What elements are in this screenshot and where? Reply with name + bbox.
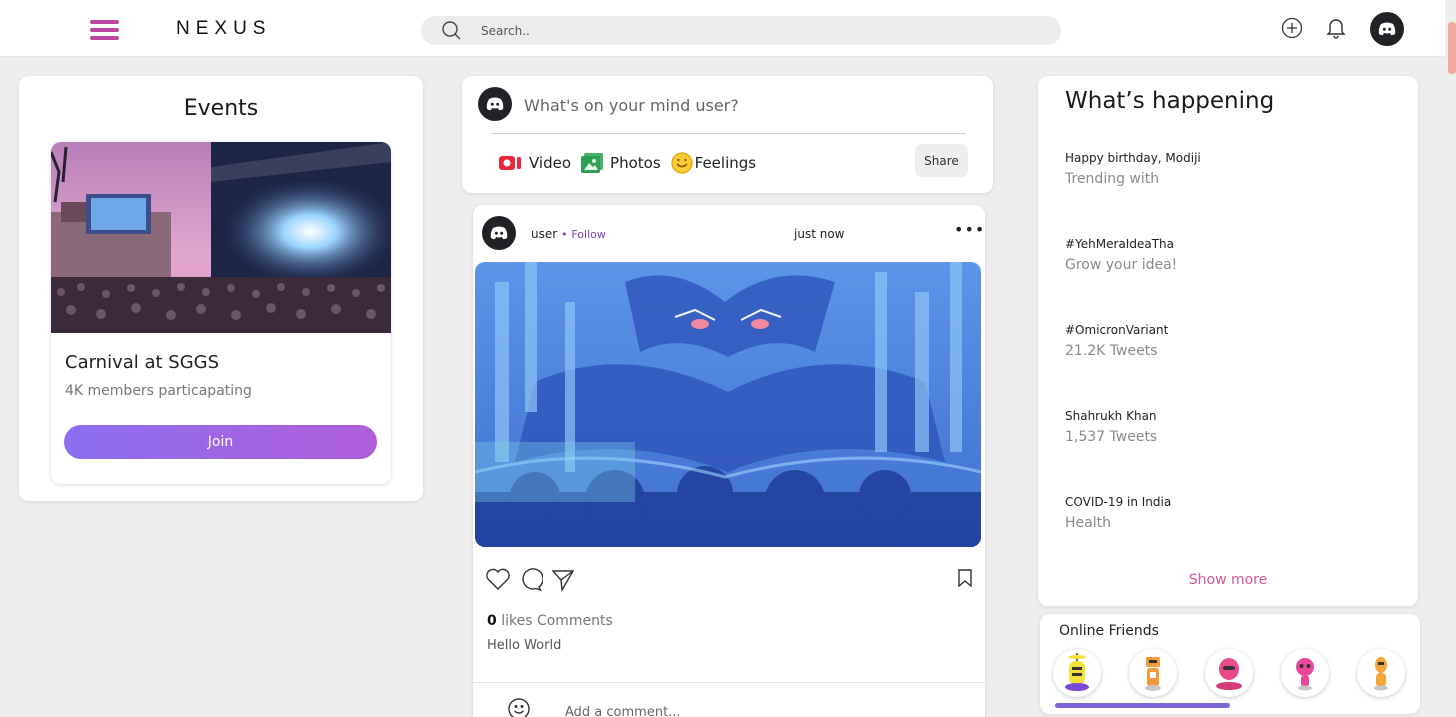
composer-avatar <box>478 87 512 121</box>
trend-item[interactable]: Happy birthday, Modiji Trending with <box>1065 151 1201 237</box>
events-panel: Events Carnival at SGGS 4K members parti… <box>19 76 423 501</box>
post-divider <box>473 682 985 683</box>
friend-avatar[interactable] <box>1357 649 1405 697</box>
trend-subtitle: Health <box>1065 515 1111 531</box>
composer-divider <box>491 133 966 134</box>
trends-panel: What’s happening Happy birthday, Modiji T… <box>1038 76 1418 606</box>
robot-avatar-icon <box>1145 657 1161 691</box>
photos-action[interactable]: Photos <box>581 153 661 173</box>
events-title: Events <box>183 96 259 121</box>
friend-avatar[interactable] <box>1053 649 1101 697</box>
follow-link[interactable]: Follow <box>571 228 606 241</box>
page-scrollbar[interactable] <box>1448 22 1456 74</box>
friends-scrollbar[interactable] <box>1055 703 1230 708</box>
trend-item[interactable]: Shahrukh Khan 1,537 Tweets <box>1065 409 1201 495</box>
add-circle-icon[interactable] <box>1281 17 1303 43</box>
post-user-name: user <box>531 227 558 241</box>
trends-title: What’s happening <box>1065 88 1275 114</box>
brand-logo[interactable]: NEXUS <box>176 18 271 40</box>
online-friends-panel: Online Friends <box>1040 614 1420 714</box>
photos-label: Photos <box>610 154 661 172</box>
composer-input[interactable] <box>524 93 964 117</box>
post-separator: • <box>561 228 568 241</box>
online-friends-title: Online Friends <box>1059 623 1159 639</box>
post-timestamp: just now <box>794 227 845 241</box>
robot-avatar-icon <box>1065 653 1089 691</box>
event-members: 4K members particapating <box>65 383 252 399</box>
friend-row <box>1053 649 1405 697</box>
event-name: Carnival at SGGS <box>65 352 220 373</box>
comment-icon[interactable] <box>519 568 543 592</box>
composer-actions: Video Photos Feelings <box>498 152 766 174</box>
post-image <box>475 262 981 547</box>
robot-avatar-icon <box>1374 657 1388 691</box>
more-options-icon[interactable]: ••• <box>954 220 985 239</box>
trend-subtitle: Trending with <box>1065 171 1160 187</box>
trend-subtitle: 1,537 Tweets <box>1065 429 1158 445</box>
post-avatar[interactable] <box>482 216 516 250</box>
friend-avatar[interactable] <box>1129 649 1177 697</box>
trend-name: #OmicronVariant <box>1065 323 1169 337</box>
trend-item[interactable]: #YehMeraIdeaTha Grow your idea! <box>1065 237 1201 323</box>
smiley-icon <box>671 152 693 174</box>
photos-icon <box>581 153 604 173</box>
send-icon[interactable] <box>551 568 575 592</box>
share-button[interactable]: Share <box>915 144 968 177</box>
feelings-action[interactable]: Feelings <box>671 152 756 174</box>
video-action[interactable]: Video <box>498 154 571 172</box>
robot-avatar-icon <box>1216 658 1242 690</box>
post-actions <box>485 568 575 592</box>
post-likes[interactable]: 0 likes Comments <box>487 613 613 629</box>
trend-name: Shahrukh Khan <box>1065 409 1157 423</box>
search-icon <box>442 21 461 40</box>
show-more-link[interactable]: Show more <box>1038 572 1418 588</box>
trend-list: Happy birthday, Modiji Trending with #Yeh… <box>1065 151 1201 581</box>
search-input[interactable] <box>481 21 1041 41</box>
discord-avatar-icon <box>490 226 508 240</box>
post-username[interactable]: user • Follow <box>531 227 606 241</box>
search-bar[interactable] <box>421 16 1061 45</box>
friend-avatar[interactable] <box>1281 649 1329 697</box>
comment-input[interactable] <box>565 705 945 717</box>
video-label: Video <box>529 154 572 172</box>
likes-count: 0 <box>487 613 497 629</box>
heart-icon[interactable] <box>485 568 511 592</box>
top-bar: NEXUS <box>0 0 1445 57</box>
join-button[interactable]: Join <box>64 425 377 459</box>
discord-avatar-icon <box>486 97 504 111</box>
post-caption: Hello World <box>487 638 562 653</box>
post-card: user • Follow just now ••• 0 likes Comme… <box>473 205 985 717</box>
bell-icon[interactable] <box>1326 17 1346 43</box>
likes-label: likes Comments <box>496 613 613 629</box>
discord-avatar-icon <box>1378 22 1396 36</box>
trend-item[interactable]: #OmicronVariant 21.2K Tweets <box>1065 323 1201 409</box>
trend-subtitle: Grow your idea! <box>1065 257 1178 273</box>
trend-subtitle: 21.2K Tweets <box>1065 343 1158 359</box>
menu-icon[interactable] <box>90 20 119 40</box>
post-composer: Video Photos Feelings Share <box>462 76 993 193</box>
event-photo <box>51 142 391 333</box>
event-card[interactable]: Carnival at SGGS 4K members particapatin… <box>51 142 391 484</box>
feelings-label: Feelings <box>694 154 757 172</box>
video-icon <box>499 156 521 170</box>
robot-avatar-icon <box>1296 658 1314 691</box>
trend-name: Happy birthday, Modiji <box>1065 151 1201 165</box>
trend-name: COVID-19 in India <box>1065 495 1172 509</box>
profile-avatar[interactable] <box>1370 12 1404 46</box>
trend-item[interactable]: COVID-19 in India Health <box>1065 495 1201 581</box>
emoji-icon[interactable] <box>507 697 531 717</box>
bookmark-icon[interactable] <box>957 569 973 587</box>
friend-avatar[interactable] <box>1205 649 1253 697</box>
trend-name: #YehMeraIdeaTha <box>1065 237 1174 251</box>
